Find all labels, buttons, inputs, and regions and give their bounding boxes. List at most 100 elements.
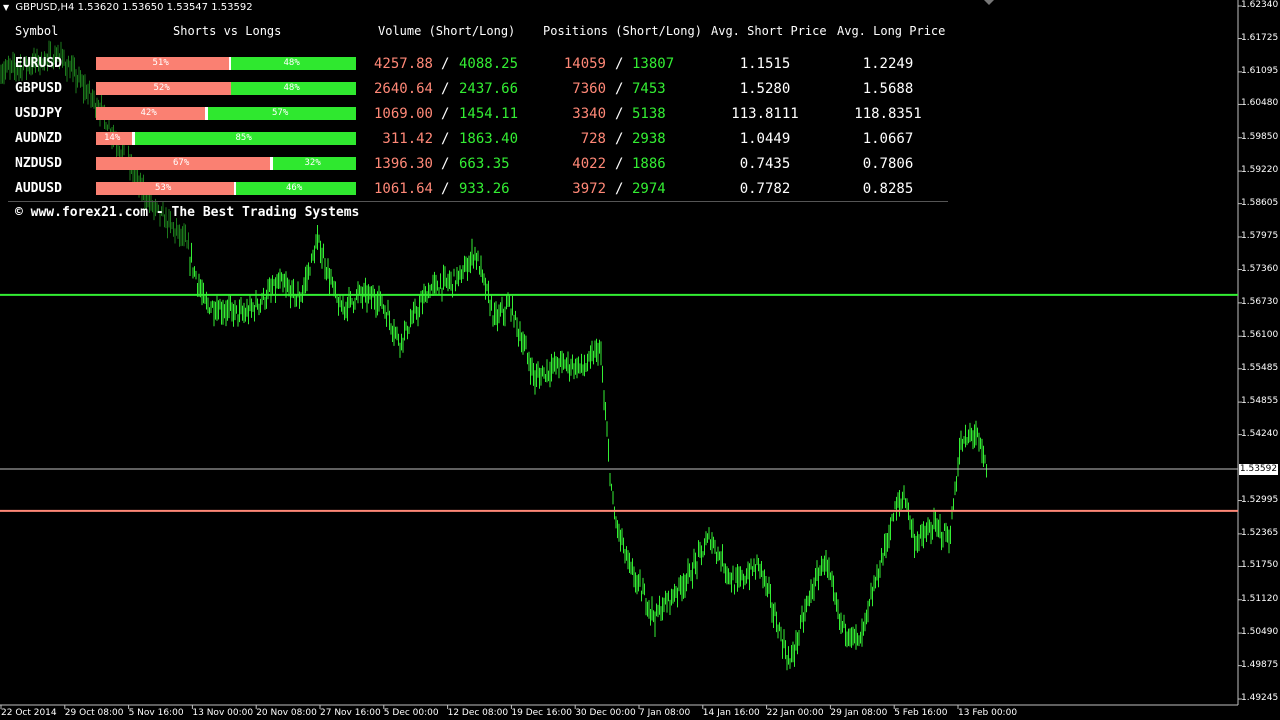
avg-short-price: 0.7782 [739, 181, 791, 197]
long-pct: 46% [286, 183, 303, 193]
y-axis-label: 1.51750 [1241, 560, 1279, 571]
avg-short-price: 1.5280 [739, 81, 791, 97]
avg-long-price: 0.7806 [862, 156, 914, 172]
positions-long: 13807 [632, 56, 675, 72]
sentiment-bar: 53% 46% [96, 182, 356, 195]
current-price-tag: 1.53592 [1239, 464, 1278, 475]
x-axis-label: 5 Nov 16:00 [128, 708, 184, 718]
table-row: NZDUSD 67% 32% 1396.30 / 663.35 4022 / 1886 0.743… [8, 153, 948, 173]
volume-long: 2437.66 [459, 81, 519, 97]
avg-short-price: 1.0449 [739, 131, 791, 147]
x-axis-label: 5 Dec 00:00 [383, 708, 439, 718]
y-axis-label: 1.49245 [1241, 693, 1279, 703]
row-symbol: GBPUSD [15, 81, 62, 96]
positions-short: 4022 [572, 156, 606, 172]
positions-sep: / [615, 81, 624, 97]
x-axis-label: 29 Oct 08:00 [64, 708, 124, 718]
y-axis-label: 1.58605 [1241, 197, 1279, 208]
positions-sep: / [615, 181, 624, 197]
y-axis-label: 1.55485 [1241, 362, 1279, 373]
short-pct: 53% [155, 183, 172, 193]
y-axis-label: 1.54855 [1241, 396, 1279, 407]
volume-sep: / [441, 81, 450, 97]
avg-short-price: 1.1515 [739, 56, 791, 72]
avg-long-price: 1.2249 [862, 56, 914, 72]
header-volume: Volume (Short/Long) [378, 24, 516, 38]
positions-short: 3972 [572, 181, 606, 197]
positions-long: 5138 [632, 106, 666, 122]
header-avg-short: Avg. Short Price [711, 24, 827, 38]
y-axis-label: 1.61725 [1241, 32, 1279, 43]
y-axis-label: 1.56730 [1241, 296, 1279, 307]
x-axis-label: 29 Jan 08:00 [830, 708, 888, 718]
sentiment-bar: 67% 32% [96, 157, 356, 170]
long-pct: 32% [304, 158, 321, 168]
positions-sep: / [615, 156, 624, 172]
positions-short: 14059 [563, 56, 606, 72]
table-row: AUDNZD 14% 85% 311.42 / 1863.40 728 / 2938 1.0449… [8, 128, 948, 148]
y-axis-label: 1.59220 [1241, 165, 1279, 176]
sentiment-bar: 42% 57% [96, 107, 356, 120]
header-avg-long: Avg. Long Price [837, 24, 946, 38]
positions-long: 2974 [632, 181, 666, 197]
table-row: EURUSD 51% 48% 4257.88 / 4088.25 14059 / 13807 1.… [8, 53, 948, 73]
volume-sep: / [441, 181, 450, 197]
y-axis-label: 1.56100 [1241, 330, 1279, 341]
short-pct: 42% [140, 108, 157, 118]
volume-long: 4088.25 [459, 56, 519, 72]
positions-sep: / [615, 106, 624, 122]
volume-short: 1396.30 [373, 156, 433, 172]
positions-short: 728 [580, 131, 606, 147]
x-axis-label: 13 Feb 00:00 [958, 708, 1018, 718]
row-symbol: USDJPY [15, 106, 62, 121]
avg-short-price: 0.7435 [739, 156, 791, 172]
volume-long: 1863.40 [459, 131, 519, 147]
short-pct: 51% [152, 58, 169, 68]
y-axis-label: 1.60480 [1241, 98, 1279, 109]
table-row: AUDUSD 53% 46% 1061.64 / 933.26 3972 / 2974 0.778… [8, 178, 948, 198]
header-symbol: Symbol [15, 24, 59, 38]
long-pct: 48% [283, 58, 300, 68]
x-axis-label: 12 Dec 08:00 [447, 708, 509, 718]
avg-long-price: 118.8351 [854, 106, 922, 122]
x-axis-label: 30 Dec 00:00 [575, 708, 636, 718]
y-axis-label: 1.52995 [1241, 494, 1279, 505]
volume-sep: / [441, 156, 450, 172]
header-shorts-vs-longs: Shorts vs Longs [173, 24, 282, 38]
chart-menu-triangle-icon[interactable]: ▼ [3, 3, 9, 12]
y-axis-label: 1.62340 [1241, 0, 1279, 10]
short-pct: 14% [104, 133, 121, 143]
short-pct: 52% [153, 83, 170, 93]
sentiment-panel: Symbol Shorts vs Longs Volume (Short/Lon… [8, 20, 948, 202]
positions-short: 7360 [572, 81, 606, 97]
ohlc-values: 1.53620 1.53650 1.53547 1.53592 [77, 2, 253, 13]
x-axis-label: 22 Jan 00:00 [766, 708, 824, 718]
volume-short: 4257.88 [373, 56, 433, 72]
positions-sep: / [615, 131, 624, 147]
y-axis-label: 1.49875 [1241, 659, 1279, 670]
x-axis-label: 7 Jan 08:00 [639, 708, 691, 718]
volume-long: 933.26 [459, 181, 510, 197]
sentiment-bar: 51% 48% [96, 57, 356, 70]
long-pct: 57% [272, 108, 289, 118]
y-axis-label: 1.52365 [1241, 527, 1279, 538]
sentiment-bar: 52% 48% [96, 82, 356, 95]
y-axis-label: 1.54240 [1241, 428, 1279, 439]
volume-short: 2640.64 [373, 81, 433, 97]
volume-short: 1069.00 [373, 106, 433, 122]
row-symbol: NZDUSD [15, 156, 62, 171]
scroll-marker-icon[interactable] [984, 0, 994, 5]
avg-long-price: 1.5688 [862, 81, 914, 97]
volume-sep: / [441, 131, 450, 147]
avg-long-price: 0.8285 [862, 181, 914, 197]
y-axis-label: 1.59850 [1241, 131, 1279, 142]
table-row: USDJPY 42% 57% 1069.00 / 1454.11 3340 / 5138 113.… [8, 103, 948, 123]
row-symbol: AUDNZD [15, 131, 62, 146]
long-pct: 85% [235, 133, 252, 143]
avg-short-price: 113.8111 [731, 106, 799, 122]
x-axis-label: 19 Dec 16:00 [511, 708, 572, 718]
positions-long: 7453 [632, 81, 666, 97]
panel-divider [8, 201, 948, 202]
y-axis-label: 1.57975 [1241, 231, 1279, 241]
row-symbol: EURUSD [15, 56, 62, 71]
